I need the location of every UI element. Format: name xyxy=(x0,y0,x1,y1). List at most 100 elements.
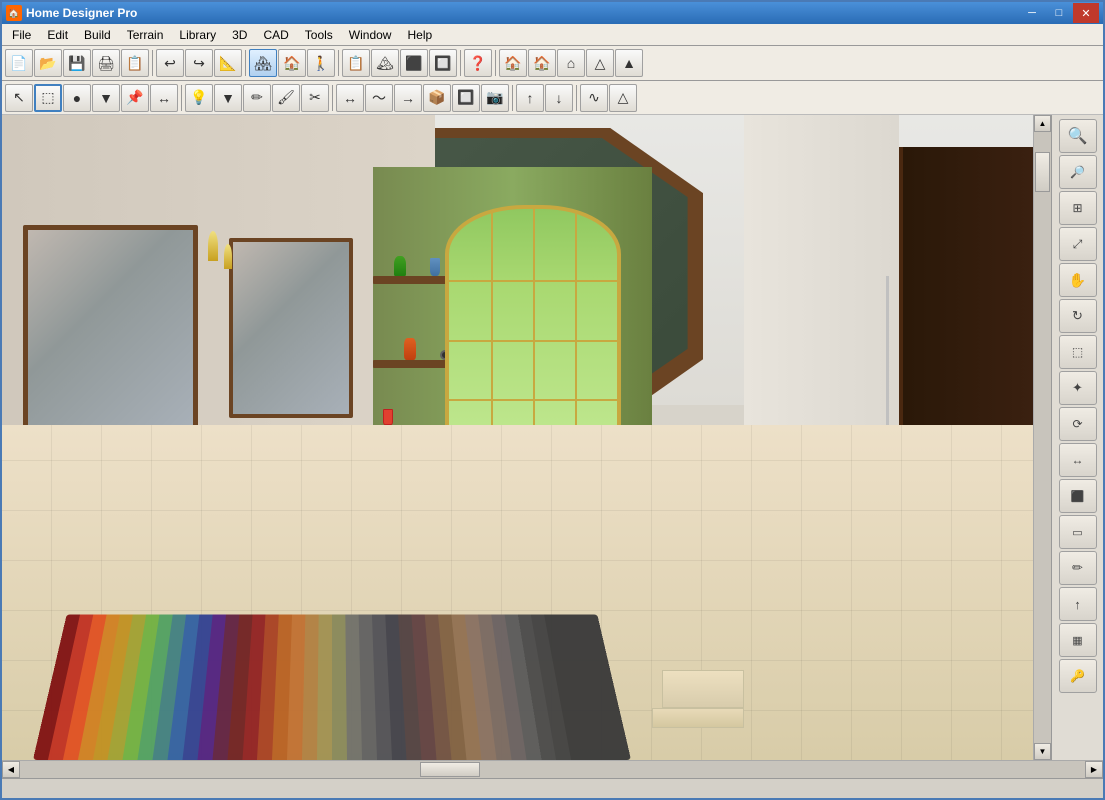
h-scroll-track[interactable] xyxy=(20,761,1085,778)
rp-zoom-out[interactable]: 🔎 xyxy=(1059,155,1097,189)
tb-grid-diag[interactable]: △ xyxy=(586,49,614,77)
rug xyxy=(33,615,631,760)
rp-move-obj[interactable]: ✦ xyxy=(1059,371,1097,405)
menu-build[interactable]: Build xyxy=(76,26,119,44)
tb-sep3 xyxy=(338,50,339,76)
tb-arch[interactable]: ⌂ xyxy=(557,49,585,77)
tb-grid-v[interactable]: ▲ xyxy=(615,49,643,77)
tb-save[interactable]: 💾 xyxy=(63,49,91,77)
tb-house-w[interactable]: 🏠 xyxy=(499,49,527,77)
tb2-wave[interactable]: 〜 xyxy=(365,84,393,112)
menu-cad[interactable]: CAD xyxy=(255,26,296,44)
tb2-select[interactable]: ↖ xyxy=(5,84,33,112)
sconce-left2 xyxy=(224,244,232,269)
tb2-move[interactable]: 📌 xyxy=(121,84,149,112)
viewport-main: ✳ xyxy=(2,115,1103,760)
tb2-dropdown1[interactable]: ▼ xyxy=(92,84,120,112)
tb-house-s[interactable]: 🏠 xyxy=(528,49,556,77)
tb-print[interactable]: 🖨 xyxy=(92,49,120,77)
tb2-up[interactable]: ↑ xyxy=(516,84,544,112)
tb-help[interactable]: ❓ xyxy=(464,49,492,77)
tb2-pencil[interactable]: ✏ xyxy=(243,84,271,112)
scene: ✳ xyxy=(2,115,1033,760)
tb2-dropdown2[interactable]: ▼ xyxy=(214,84,242,112)
tb2-circle[interactable]: ● xyxy=(63,84,91,112)
tb-clipboard[interactable]: 📋 xyxy=(121,49,149,77)
rp-select-obj[interactable]: ⬚ xyxy=(1059,335,1097,369)
minimize-button[interactable]: ─ xyxy=(1019,3,1045,23)
tb2-box[interactable]: 📦 xyxy=(423,84,451,112)
menu-edit[interactable]: Edit xyxy=(39,26,76,44)
window xyxy=(445,205,620,450)
tb-roof[interactable]: 🏔 xyxy=(371,49,399,77)
maximize-button[interactable]: □ xyxy=(1046,3,1072,23)
scroll-up-btn[interactable]: ▲ xyxy=(1034,115,1051,132)
rp-house-solid[interactable]: ⬛ xyxy=(1059,479,1097,513)
toolbar2: ↖ ⬚ ● ▼ 📌 ↔ 💡 ▼ ✏ 🖌 ✂ ↔ 〜 → 📦 🔲 📷 ↑ ↓ ∿ … xyxy=(2,81,1103,115)
step2 xyxy=(652,708,745,727)
app-window: 🏠 Home Designer Pro ─ □ ✕ File Edit Buil… xyxy=(0,0,1105,800)
toolbar1: 📄 📂 💾 🖨 📋 ↩ ↪ 📐 🏘 🏠 🚶 📋 🏔 ⬛ 🔲 ❓ 🏠 🏠 ⌂ xyxy=(2,46,1103,81)
tb2-down[interactable]: ↓ xyxy=(545,84,573,112)
tb-new[interactable]: 📄 xyxy=(5,49,33,77)
tb-sep2 xyxy=(245,50,246,76)
tb-foundation[interactable]: ⬛ xyxy=(400,49,428,77)
sconce-left1 xyxy=(208,231,218,261)
tb-stair[interactable]: 🔲 xyxy=(429,49,457,77)
rp-zoom-in[interactable]: 🔍 xyxy=(1059,119,1097,153)
viewport-3d[interactable]: ✳ xyxy=(2,115,1033,760)
rp-zoom-fit[interactable]: ⊞ xyxy=(1059,191,1097,225)
tb-redo[interactable]: ↪ xyxy=(185,49,213,77)
rp-orbit[interactable]: ↻ xyxy=(1059,299,1097,333)
tb2-resize[interactable]: ↔ xyxy=(150,84,178,112)
menu-library[interactable]: Library xyxy=(171,26,224,44)
right-panel: 🔍 🔎 ⊞ ⤢ ✋ ↻ ⬚ ✦ ⟳ ↔ ⬛ ▭ ✏ ↑ ▦ 🔑 xyxy=(1051,115,1103,760)
item-red xyxy=(383,409,393,425)
scroll-down-btn[interactable]: ▼ xyxy=(1034,743,1051,760)
menu-bar: File Edit Build Terrain Library 3D CAD T… xyxy=(2,24,1103,46)
plant-pot xyxy=(394,256,406,276)
tb-3d-view[interactable]: 🏠 xyxy=(278,49,306,77)
tb2-triangle[interactable]: △ xyxy=(609,84,637,112)
title-bar: 🏠 Home Designer Pro ─ □ ✕ xyxy=(2,2,1103,24)
scroll-thumb[interactable] xyxy=(1035,152,1050,192)
tb-sep4 xyxy=(460,50,461,76)
tb2-rotate[interactable]: ⬚ xyxy=(34,84,62,112)
rp-grid-right[interactable]: ▦ xyxy=(1059,623,1097,657)
tb2-dimension[interactable]: ↔ xyxy=(336,84,364,112)
close-button[interactable]: ✕ xyxy=(1073,3,1099,23)
menu-terrain[interactable]: Terrain xyxy=(119,26,172,44)
menu-window[interactable]: Window xyxy=(341,26,400,44)
rp-lock[interactable]: 🔑 xyxy=(1059,659,1097,693)
tb2-rect[interactable]: 🔲 xyxy=(452,84,480,112)
rp-house-wire[interactable]: ▭ xyxy=(1059,515,1097,549)
tb-open[interactable]: 📂 xyxy=(34,49,62,77)
content-area: ✳ xyxy=(2,115,1103,778)
h-scroll-right-btn[interactable]: ▶ xyxy=(1085,761,1103,778)
rp-scale-obj[interactable]: ↔ xyxy=(1059,443,1097,477)
rp-up-arrow[interactable]: ↑ xyxy=(1059,587,1097,621)
tb2-paint[interactable]: 🖌 xyxy=(272,84,300,112)
menu-3d[interactable]: 3D xyxy=(224,26,255,44)
menu-tools[interactable]: Tools xyxy=(297,26,341,44)
tb2-wavy[interactable]: ∿ xyxy=(580,84,608,112)
menu-file[interactable]: File xyxy=(4,26,39,44)
tb-undo[interactable]: ↩ xyxy=(156,49,184,77)
rp-rotate-obj[interactable]: ⟳ xyxy=(1059,407,1097,441)
scroll-track[interactable] xyxy=(1034,132,1051,743)
menu-help[interactable]: Help xyxy=(399,26,440,44)
tb2-cut[interactable]: ✂ xyxy=(301,84,329,112)
rp-zoom-extent[interactable]: ⤢ xyxy=(1059,227,1097,261)
h-scroll-thumb[interactable] xyxy=(420,762,480,777)
rp-pan[interactable]: ✋ xyxy=(1059,263,1097,297)
tb-floorplan[interactable]: 📋 xyxy=(342,49,370,77)
tb-snap[interactable]: 📐 xyxy=(214,49,242,77)
tb2-arrow[interactable]: → xyxy=(394,84,422,112)
window-controls: ─ □ ✕ xyxy=(1019,3,1099,23)
tb2-light[interactable]: 💡 xyxy=(185,84,213,112)
tb2-cam2[interactable]: 📷 xyxy=(481,84,509,112)
tb-walkthrough[interactable]: 🚶 xyxy=(307,49,335,77)
tb-plan[interactable]: 🏘 xyxy=(249,49,277,77)
h-scroll-left-btn[interactable]: ◀ xyxy=(2,761,20,778)
rp-pencil[interactable]: ✏ xyxy=(1059,551,1097,585)
